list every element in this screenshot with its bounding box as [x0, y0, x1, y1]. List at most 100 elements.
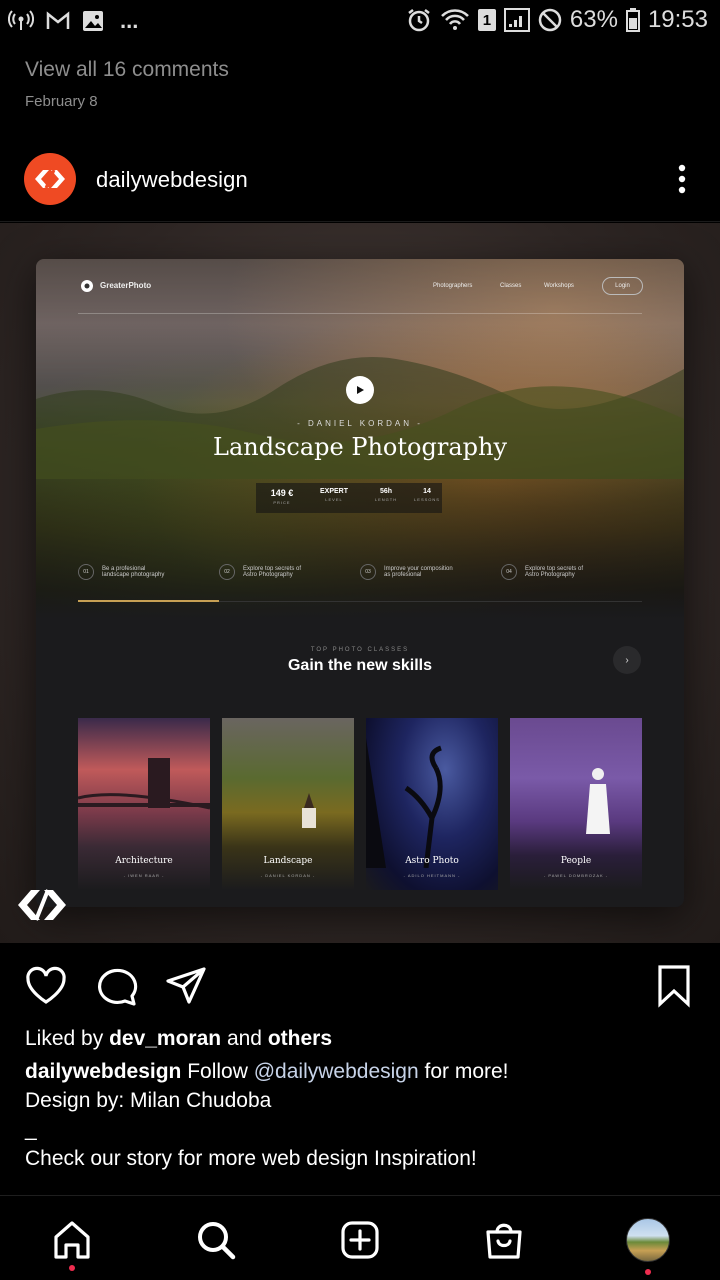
card-author-architecture: - IWEN RAAR - — [123, 873, 165, 878]
site-nav-photographers: Photographers — [433, 283, 473, 289]
feature-1-number: 01 — [78, 564, 94, 580]
stat-price: 149 € PRICE — [256, 483, 308, 513]
signal-icon — [503, 8, 530, 32]
feature-4-line2: Astro Photography — [525, 572, 575, 578]
alarm-icon — [408, 9, 430, 32]
liked-by-mid: and — [221, 1027, 268, 1050]
card-title-astro: Astro Photo — [405, 856, 459, 866]
post-username[interactable]: dailywebdesign — [96, 167, 248, 193]
nav-shop[interactable] — [482, 1218, 526, 1262]
card-author-landscape: - DANIEL KORDAN - — [260, 873, 316, 878]
post-header: dailywebdesign — [0, 136, 720, 222]
battery-icon — [625, 8, 640, 32]
feature-1-line2: landscape photography — [102, 572, 165, 578]
feature-2: 02 Explore top secrets of Astro Photograph… — [219, 564, 301, 580]
class-card-landscape: Landscape - DANIEL KORDAN - — [222, 718, 354, 890]
shopping-bag-icon — [486, 1223, 522, 1259]
feature-4-number: 04 — [501, 564, 517, 580]
more-notifications: ... — [120, 8, 139, 33]
section-title: Gain the new skills — [287, 657, 433, 674]
do-not-disturb-icon — [538, 8, 562, 32]
hero-title: Landscape Photography — [213, 433, 507, 461]
hero-section: GreaterPhoto Photographers Classes Works… — [36, 259, 684, 619]
wifi-icon — [440, 9, 469, 30]
stat-lessons: 14 LESSONS — [412, 483, 442, 513]
post-image[interactable]: GreaterPhoto Photographers Classes Works… — [0, 223, 720, 943]
profile-notification-dot — [645, 1269, 651, 1275]
stat-length-label: LENGTH — [374, 497, 398, 502]
card-title-people: People — [560, 856, 592, 866]
more-options-icon[interactable] — [678, 164, 686, 194]
nav-search[interactable] — [194, 1218, 238, 1262]
stat-price-label: PRICE — [273, 500, 291, 505]
view-all-comments-link[interactable]: View all 16 comments — [25, 58, 229, 82]
stat-level: EXPERT LEVEL — [308, 483, 360, 513]
card-title-landscape: Landscape — [263, 856, 313, 866]
feature-1: 01 Be a profesional landscape photography — [78, 564, 164, 580]
caption-text-1: Follow — [181, 1060, 254, 1083]
profile-avatar-thumbnail — [626, 1218, 670, 1262]
add-post-icon — [341, 1221, 379, 1259]
stat-level-value: EXPERT — [319, 488, 348, 495]
liked-by-user[interactable]: dev_moran — [109, 1027, 221, 1050]
profile-avatar[interactable] — [24, 153, 76, 205]
feature-2-number: 02 — [219, 564, 235, 580]
caption-mention[interactable]: @dailywebdesign — [254, 1060, 419, 1083]
hero-author: - DANIEL KORDAN - — [297, 419, 423, 428]
gmail-icon — [46, 11, 70, 29]
share-send-icon[interactable] — [164, 964, 208, 1008]
nav-divider — [78, 313, 642, 314]
church-graphic — [302, 793, 316, 828]
greaterphoto-logo-icon — [81, 280, 93, 292]
bridge-graphic — [78, 758, 210, 810]
site-brand: GreaterPhoto — [100, 281, 152, 290]
course-stats: 149 € PRICE EXPERT LEVEL 56h LENGTH 14 LESSO… — [256, 483, 442, 513]
feature-3: 03 Improve your composition as profesional — [360, 564, 453, 580]
caption-username[interactable]: dailywebdesign — [25, 1060, 181, 1083]
caption-line-4: Check our story for more web design Insp… — [25, 1147, 477, 1170]
nav-create[interactable] — [338, 1218, 382, 1262]
caption-line-2: Design by: Milan Chudoba — [25, 1089, 272, 1112]
home-icon — [54, 1221, 90, 1259]
caption-text-2: for more! — [418, 1060, 509, 1083]
save-bookmark-icon[interactable] — [652, 964, 696, 1008]
stat-length-value: 56h — [379, 488, 393, 495]
home-notification-dot — [69, 1265, 75, 1271]
site-login-button: Login — [602, 277, 643, 295]
class-card-architecture: Architecture - IWEN RAAR - — [78, 718, 210, 890]
feature-3-line2: as profesional — [384, 572, 422, 578]
stat-level-label: LEVEL — [325, 497, 343, 502]
class-card-people: People - PAWEL DOMBROZAK - — [510, 718, 642, 890]
feature-3-number: 03 — [360, 564, 376, 580]
comment-icon[interactable] — [94, 964, 138, 1008]
stat-price-value: 149 € — [270, 488, 294, 498]
liked-by: Liked by dev_moran and others — [25, 1024, 332, 1053]
class-card-astro: Astro Photo - ADILO HEITMANN - — [366, 718, 498, 890]
site-nav-classes: Classes — [500, 283, 522, 289]
liked-by-others[interactable]: others — [268, 1027, 332, 1050]
battery-percent: 63% — [569, 6, 618, 33]
liked-by-prefix: Liked by — [25, 1027, 110, 1050]
site-login-label: Login — [615, 283, 630, 289]
card-title-architecture: Architecture — [115, 856, 173, 866]
site-nav-workshops: Workshops — [544, 283, 574, 289]
card-author-astro: - ADILO HEITMANN - — [403, 873, 461, 878]
dailywebdesign-logo-icon — [35, 169, 65, 189]
feature-4: 04 Explore top secrets of Astro Photograph… — [501, 564, 583, 580]
nav-home[interactable] — [50, 1218, 94, 1262]
status-bar: ... 1 63% 19:53 — [0, 0, 720, 44]
play-icon — [346, 376, 374, 404]
bottom-navigation — [0, 1195, 720, 1280]
watermark-logo-icon — [18, 889, 66, 921]
feature-2-line2: Astro Photography — [243, 572, 293, 578]
hotspot-icon — [8, 10, 34, 30]
previous-post-date: February 8 — [25, 93, 98, 110]
stat-lessons-value: 14 — [423, 488, 431, 495]
stat-lessons-label: LESSONS — [414, 497, 440, 502]
like-heart-icon[interactable] — [24, 964, 68, 1008]
sim-badge: 1 — [477, 9, 496, 31]
gallery-icon — [83, 11, 103, 31]
nav-profile[interactable] — [626, 1218, 670, 1262]
clock: 19:53 — [647, 6, 708, 33]
search-icon — [198, 1222, 236, 1260]
